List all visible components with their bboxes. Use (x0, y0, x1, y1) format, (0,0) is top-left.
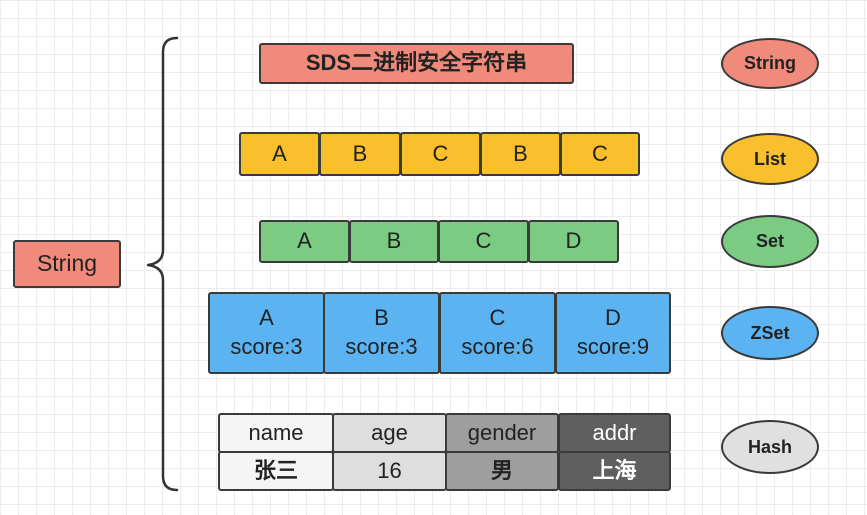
zset-cell: B score:3 (323, 292, 440, 374)
list-cell: C (560, 132, 640, 176)
hash-value-label: 16 (377, 457, 402, 483)
list-cell: C (400, 132, 481, 176)
hash-value-label: 上海 (592, 457, 637, 483)
hash-field-cell: gender (445, 413, 559, 453)
hash-value-cell: 16 (332, 451, 447, 491)
list-cell: A (239, 132, 320, 176)
set-cell: D (528, 220, 619, 263)
hash-value-cell: 张三 (218, 451, 334, 491)
set-cell: A (259, 220, 350, 263)
zset-score: score:9 (576, 334, 650, 359)
zset-score: score:3 (230, 334, 303, 359)
zset-cell: D score:9 (555, 292, 671, 374)
zset-cell: A score:3 (208, 292, 325, 374)
hash-field-cell: name (218, 413, 334, 453)
type-set-ellipse: Set (721, 215, 819, 268)
hash-value-label: 张三 (253, 457, 298, 483)
sds-string-label: SDS二进制安全字符串 (305, 50, 528, 76)
hash-field-label: addr (592, 419, 637, 445)
list-cell-label: C (592, 140, 608, 166)
type-hash-label: Hash (747, 436, 792, 457)
zset-member: C (489, 305, 506, 331)
zset-member: D (605, 305, 621, 331)
set-cell-label: D (565, 228, 582, 254)
type-list-label: List (753, 148, 786, 169)
hash-value-label: 男 (490, 457, 513, 483)
hash-field-cell: addr (558, 413, 671, 453)
type-list-ellipse: List (721, 133, 819, 185)
type-set-label: Set (755, 231, 784, 251)
hash-field-label: gender (467, 419, 537, 445)
zset-member: B (374, 305, 389, 331)
list-cell-label: C (432, 140, 449, 166)
set-cell-label: C (475, 228, 492, 254)
hash-value-cell: 男 (445, 451, 559, 491)
type-string-ellipse: String (721, 38, 819, 89)
zset-score: score:3 (345, 334, 418, 359)
list-cell: B (319, 132, 401, 176)
set-cell-label: A (297, 228, 312, 254)
hash-field-label: age (371, 419, 408, 445)
hash-field-cell: age (332, 413, 447, 453)
zset-cell: C score:6 (439, 292, 556, 374)
type-string-label: String (744, 53, 796, 73)
set-cell: B (349, 220, 439, 263)
list-cell: B (480, 132, 561, 176)
set-cell-label: B (386, 228, 402, 254)
hash-field-label: name (248, 419, 304, 445)
zset-score: score:6 (461, 334, 534, 359)
list-cell-label: B (352, 140, 368, 166)
zset-member: A (259, 305, 274, 331)
list-cell-label: B (513, 140, 528, 166)
hash-value-cell: 上海 (558, 451, 671, 491)
sds-string-box: SDS二进制安全字符串 (259, 43, 574, 84)
list-cell-label: A (272, 140, 287, 166)
set-cell: C (438, 220, 529, 263)
type-zset-label: ZSet (750, 322, 790, 343)
type-zset-ellipse: ZSet (721, 306, 819, 360)
type-hash-ellipse: Hash (721, 420, 819, 474)
